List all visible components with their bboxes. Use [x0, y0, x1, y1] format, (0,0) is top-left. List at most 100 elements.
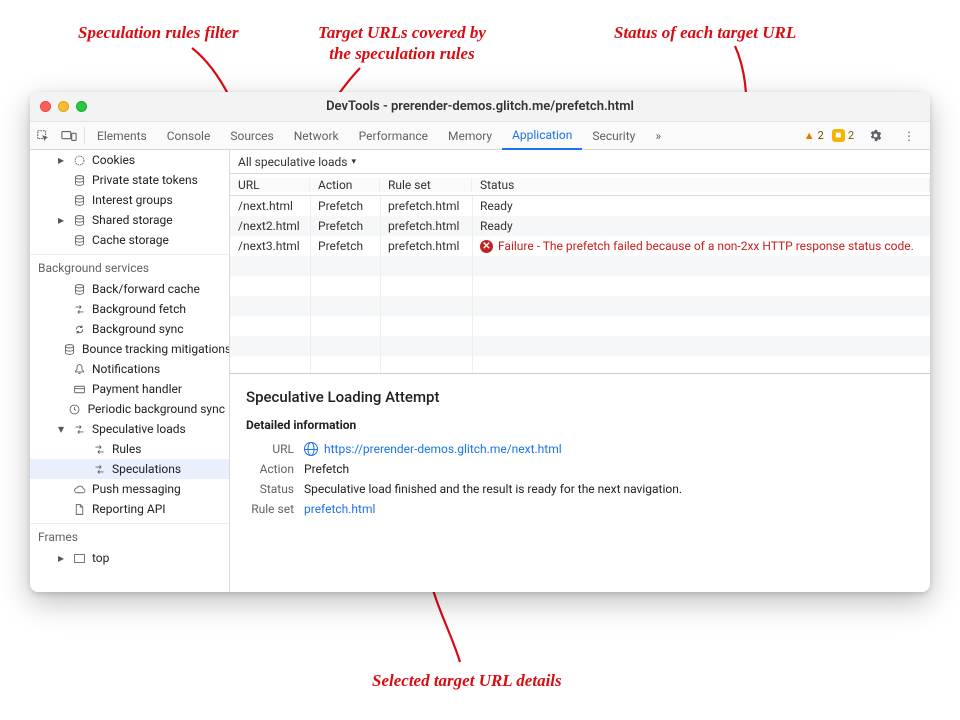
arrows-icon: [72, 302, 86, 316]
cell-status: ✕Failure - The prefetch failed because o…: [472, 239, 930, 253]
sidebar-item-notifications[interactable]: Notifications: [30, 359, 229, 379]
cell-action: Prefetch: [310, 239, 380, 253]
sidebar-item-reporting-api[interactable]: Reporting API: [30, 499, 229, 519]
tab-performance[interactable]: Performance: [349, 122, 438, 149]
detail-action-value: Prefetch: [304, 462, 349, 476]
tab-network[interactable]: Network: [284, 122, 349, 149]
sidebar-item-push-messaging[interactable]: Push messaging: [30, 479, 229, 499]
sidebar-item-label: Back/forward cache: [92, 282, 200, 296]
cell-url: /next3.html: [230, 239, 310, 253]
arrows-icon: [72, 422, 86, 436]
detail-heading: Speculative Loading Attempt: [246, 388, 914, 406]
issues-chip[interactable]: ■ 2: [832, 129, 854, 142]
circle-arrow-icon: [72, 153, 86, 167]
sidebar-item-label: Background sync: [92, 322, 184, 336]
sidebar-item-label: Speculative loads: [92, 422, 186, 436]
twisty-icon: ▸: [56, 551, 66, 565]
main-pane: All speculative loads ▾ URL Action Rule …: [230, 150, 930, 592]
warning-icon: ▲: [804, 129, 815, 142]
table-row[interactable]: /next2.htmlPrefetchprefetch.htmlReady: [230, 216, 930, 236]
cell-action: Prefetch: [310, 219, 380, 233]
tab-console[interactable]: Console: [157, 122, 221, 149]
doc-icon: [72, 502, 86, 516]
window-title: DevTools - prerender-demos.glitch.me/pre…: [30, 99, 930, 114]
table-row[interactable]: /next3.htmlPrefetchprefetch.html✕Failure…: [230, 236, 930, 256]
filter-label: All speculative loads: [238, 155, 347, 169]
sidebar-section-background-services: Background services: [30, 254, 229, 279]
table-header: URL Action Rule set Status: [230, 174, 930, 196]
tab-application[interactable]: Application: [502, 122, 582, 150]
more-tabs-icon[interactable]: »: [645, 122, 671, 149]
db-icon: [72, 233, 86, 247]
col-url[interactable]: URL: [230, 178, 310, 192]
sidebar-item-bounce-tracking-mitigations[interactable]: Bounce tracking mitigations: [30, 339, 229, 359]
sidebar-item-back-forward-cache[interactable]: Back/forward cache: [30, 279, 229, 299]
sidebar-item-background-sync[interactable]: Background sync: [30, 319, 229, 339]
detail-ruleset-label: Rule set: [246, 502, 294, 516]
globe-icon: [304, 442, 318, 456]
cell-url: /next.html: [230, 199, 310, 213]
kebab-menu-icon[interactable]: ⋮: [896, 129, 922, 143]
sidebar-item-label: Reporting API: [92, 502, 166, 516]
detail-ruleset-link[interactable]: prefetch.html: [304, 502, 375, 516]
warnings-count: 2: [818, 129, 824, 142]
annotation-filter: Speculation rules filter: [78, 22, 239, 43]
cell-ruleset: prefetch.html: [380, 239, 472, 253]
col-status[interactable]: Status: [472, 178, 930, 192]
inspect-icon[interactable]: [30, 122, 56, 149]
sidebar-item-label: Rules: [112, 442, 141, 456]
sync-icon: [72, 322, 86, 336]
arrows-icon: [92, 462, 106, 476]
cell-ruleset: prefetch.html: [380, 219, 472, 233]
col-action[interactable]: Action: [310, 178, 380, 192]
tab-sources[interactable]: Sources: [220, 122, 283, 149]
sidebar-item-label: Cache storage: [92, 233, 169, 247]
application-sidebar: ▸CookiesPrivate state tokensInterest gro…: [30, 150, 230, 592]
sidebar-item-label: Push messaging: [92, 482, 181, 496]
devtools-window: DevTools - prerender-demos.glitch.me/pre…: [30, 92, 930, 592]
frame-icon: [72, 551, 86, 565]
issues-count: 2: [848, 129, 854, 142]
twisty-icon: ▸: [56, 213, 66, 227]
sidebar-item-label: Notifications: [92, 362, 160, 376]
tab-security[interactable]: Security: [582, 122, 645, 149]
error-icon: ✕: [480, 240, 493, 253]
sidebar-item-periodic-background-sync[interactable]: Periodic background sync: [30, 399, 229, 419]
sidebar-item-label: Interest groups: [92, 193, 173, 207]
tab-memory[interactable]: Memory: [438, 122, 502, 149]
col-ruleset[interactable]: Rule set: [380, 178, 472, 192]
warnings-chip[interactable]: ▲ 2: [804, 129, 824, 142]
clock-icon: [68, 402, 82, 416]
chevron-down-icon: ▾: [351, 157, 356, 167]
sidebar-item-payment-handler[interactable]: Payment handler: [30, 379, 229, 399]
tab-elements[interactable]: Elements: [87, 122, 157, 149]
sidebar-item-rules[interactable]: Rules: [30, 439, 229, 459]
db-icon: [72, 173, 86, 187]
sidebar-section-frames: Frames: [30, 523, 229, 548]
sidebar-item-background-fetch[interactable]: Background fetch: [30, 299, 229, 319]
cell-status: Ready: [472, 219, 930, 233]
settings-icon[interactable]: [862, 128, 888, 143]
sidebar-item-speculations[interactable]: Speculations: [30, 459, 229, 479]
speculative-loads-filter[interactable]: All speculative loads ▾: [230, 150, 930, 174]
table-row[interactable]: /next.htmlPrefetchprefetch.htmlReady: [230, 196, 930, 216]
cell-ruleset: prefetch.html: [380, 199, 472, 213]
card-icon: [72, 382, 86, 396]
sidebar-item-interest-groups[interactable]: Interest groups: [30, 190, 229, 210]
sidebar-item-label: Private state tokens: [92, 173, 198, 187]
sidebar-item-label: Cookies: [92, 153, 135, 167]
sidebar-item-private-state-tokens[interactable]: Private state tokens: [30, 170, 229, 190]
sidebar-item-cache-storage[interactable]: Cache storage: [30, 230, 229, 250]
sidebar-item-cookies[interactable]: ▸Cookies: [30, 150, 229, 170]
sidebar-item-speculative-loads[interactable]: ▾ Speculative loads: [30, 419, 229, 439]
device-toolbar-icon[interactable]: [56, 122, 82, 149]
detail-url-link[interactable]: https://prerender-demos.glitch.me/next.h…: [324, 442, 562, 456]
issues-icon: ■: [832, 129, 845, 142]
sidebar-item-shared-storage[interactable]: ▸Shared storage: [30, 210, 229, 230]
detail-status-value: Speculative load finished and the result…: [304, 482, 682, 496]
cloud-icon: [72, 482, 86, 496]
sidebar-item-top[interactable]: ▸top: [30, 548, 229, 568]
twisty-icon: ▾: [56, 422, 66, 436]
tabbar: ElementsConsoleSourcesNetworkPerformance…: [30, 122, 930, 150]
titlebar: DevTools - prerender-demos.glitch.me/pre…: [30, 92, 930, 122]
